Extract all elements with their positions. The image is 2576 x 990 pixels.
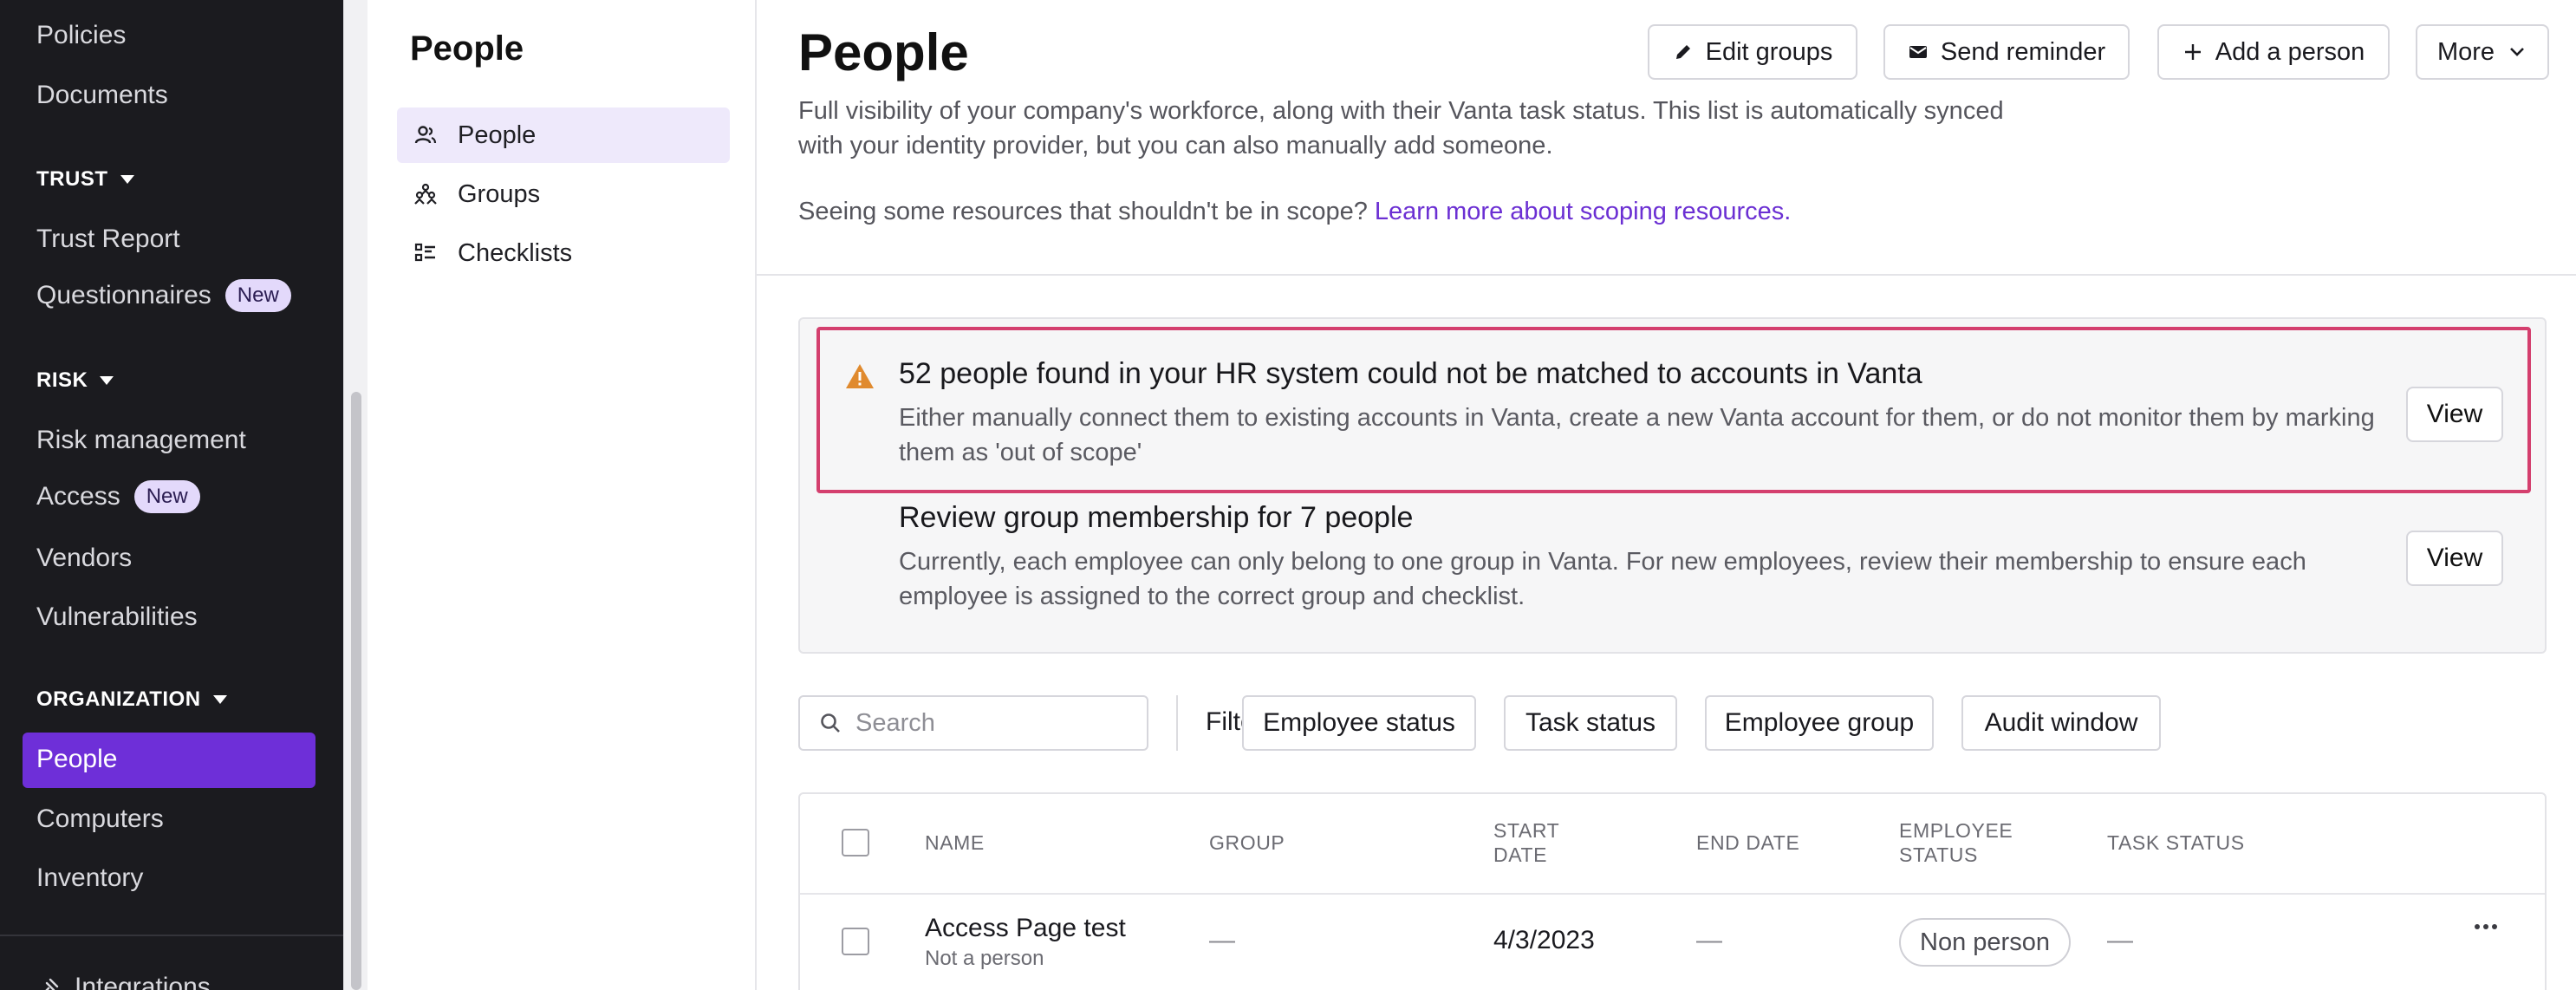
caret-down-icon <box>120 175 134 184</box>
person-start-date: 4/3/2023 <box>1493 926 1595 954</box>
table-header-divider <box>800 893 2545 895</box>
row-actions-menu[interactable] <box>2473 914 2499 948</box>
employee-status-badge: Non person <box>1899 918 2071 967</box>
sidebar-item-inventory[interactable]: Inventory <box>36 863 143 893</box>
sidebar-item-risk-management[interactable]: Risk management <box>36 426 246 455</box>
pencil-icon <box>1675 45 1690 59</box>
person-task-status: — <box>2107 926 2133 954</box>
header-divider <box>757 274 2576 276</box>
page-description: Full visibility of your company's workfo… <box>798 97 2004 160</box>
column-header-task-status[interactable]: TASK STATUS <box>2107 830 2245 855</box>
envelope-icon <box>1909 46 1927 58</box>
filter-employee-group[interactable]: Employee group <box>1705 695 1934 751</box>
sidebar-item-vulnerabilities[interactable]: Vulnerabilities <box>36 602 198 632</box>
add-person-button[interactable]: Add a person <box>2157 24 2390 80</box>
main-sidebar: Policies Documents TRUST Trust Report Qu… <box>0 0 343 990</box>
alert-title: Review group membership for 7 people <box>899 501 1414 534</box>
subnav-item-people[interactable]: People <box>397 107 730 163</box>
checklist-icon <box>414 243 435 262</box>
chevron-down-icon <box>2510 48 2524 56</box>
filter-task-status[interactable]: Task status <box>1504 695 1677 751</box>
column-header-name[interactable]: NAME <box>925 830 985 855</box>
person-name[interactable]: Access Page test <box>925 914 1126 943</box>
column-header-group[interactable]: GROUP <box>1209 830 1285 855</box>
people-icon <box>414 126 437 144</box>
warning-icon <box>846 364 874 388</box>
alert-body: Either manually connect them to existing… <box>899 404 2375 466</box>
sidebar-item-integrations[interactable]: Integrations <box>36 973 211 990</box>
select-all-checkbox[interactable] <box>842 829 869 856</box>
people-table: NAME GROUP START DATE END DATE EMPLOYEE … <box>798 792 2547 990</box>
caret-down-icon <box>100 376 114 385</box>
sidebar-item-policies[interactable]: Policies <box>36 21 126 50</box>
column-header-employee-status[interactable]: EMPLOYEE STATUS <box>1899 818 2038 867</box>
scoping-resources-link[interactable]: Learn more about scoping resources. <box>1375 198 1791 225</box>
plug-icon <box>45 978 59 990</box>
person-subtitle: Not a person <box>925 947 1044 970</box>
alert-body: Currently, each employee can only belong… <box>899 548 2306 610</box>
sidebar-item-computers[interactable]: Computers <box>36 804 164 834</box>
filter-employee-status[interactable]: Employee status <box>1242 695 1476 751</box>
sidebar-divider <box>0 935 343 936</box>
sidebar-section-trust[interactable]: TRUST <box>36 167 134 192</box>
people-subnav: People People Groups Checklists <box>368 0 757 990</box>
view-group-membership-button[interactable]: View <box>2406 531 2503 586</box>
edit-groups-button[interactable]: Edit groups <box>1648 24 1857 80</box>
sidebar-section-organization[interactable]: ORGANIZATION <box>36 687 227 712</box>
view-unmatched-button[interactable]: View <box>2406 387 2503 442</box>
send-reminder-button[interactable]: Send reminder <box>1883 24 2130 80</box>
sidebar-item-access[interactable]: Access New <box>36 480 200 513</box>
sidebar-item-vendors[interactable]: Vendors <box>36 544 132 573</box>
main-content: People Edit groups Send reminder Add a p… <box>757 0 2576 990</box>
alert-title: 52 people found in your HR system could … <box>899 357 1922 390</box>
new-badge: New <box>133 480 200 513</box>
plus-icon <box>2184 44 2201 60</box>
more-dropdown-button[interactable]: More <box>2416 24 2549 80</box>
caret-down-icon <box>212 695 227 704</box>
filter-divider <box>1176 695 1178 751</box>
sidebar-scrollbar-thumb[interactable] <box>351 392 361 990</box>
subnav-item-groups[interactable]: Groups <box>397 166 730 222</box>
sidebar-item-people[interactable]: People <box>36 745 117 774</box>
search-icon <box>821 713 840 733</box>
groups-icon <box>414 183 437 205</box>
alerts-panel: 52 people found in your HR system could … <box>798 317 2547 654</box>
page-title: People <box>798 23 969 81</box>
new-badge: New <box>224 279 291 312</box>
search-input[interactable]: Search <box>798 695 1148 751</box>
person-end-date: — <box>1696 926 1722 954</box>
column-header-start-date[interactable]: START DATE <box>1493 818 1589 867</box>
search-placeholder: Search <box>855 708 935 737</box>
sidebar-item-trust-report[interactable]: Trust Report <box>36 225 180 254</box>
sidebar-section-risk[interactable]: RISK <box>36 368 114 393</box>
sidebar-item-questionnaires[interactable]: Questionnaires New <box>36 279 291 312</box>
row-checkbox[interactable] <box>842 928 869 955</box>
subnav-item-checklists[interactable]: Checklists <box>397 225 730 281</box>
scope-note: Seeing some resources that shouldn't be … <box>798 198 1792 225</box>
sidebar-item-documents[interactable]: Documents <box>36 81 168 110</box>
filter-audit-window[interactable]: Audit window <box>1961 695 2161 751</box>
column-header-end-date[interactable]: END DATE <box>1696 830 1799 855</box>
person-group: — <box>1209 926 1235 954</box>
subnav-title: People <box>410 29 524 68</box>
more-horizontal-icon <box>2475 924 2497 929</box>
